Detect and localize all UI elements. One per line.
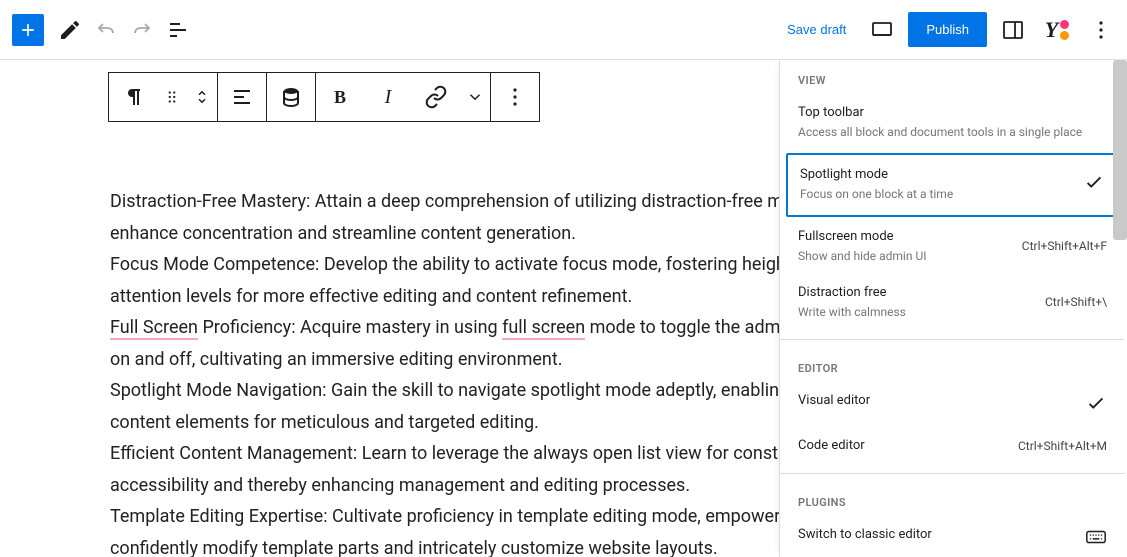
post-body[interactable]: Distraction-Free Mastery: Attain a deep … (110, 186, 870, 557)
check-icon (1083, 171, 1105, 197)
editor-topbar: Save draft Publish Y (0, 0, 1127, 60)
document-overview-button[interactable] (160, 12, 196, 48)
menu-section-title: Editor (780, 348, 1125, 383)
save-draft-button[interactable]: Save draft (777, 16, 856, 43)
keyboard-icon (1085, 526, 1107, 552)
add-block-button[interactable] (12, 14, 44, 46)
menu-item[interactable]: Visual editor (780, 383, 1125, 428)
menu-item-shortcut: Ctrl+Shift+Alt+F (1022, 239, 1107, 253)
menu-item-shortcut: Ctrl+Shift+\ (1045, 295, 1107, 309)
menu-item[interactable]: Spotlight mode Focus on one block at a ti… (786, 153, 1119, 217)
menu-item[interactable]: Switch to classic editor (780, 517, 1125, 557)
menu-item-shortcut: Ctrl+Shift+Alt+M (1018, 439, 1107, 453)
edit-mode-button[interactable] (52, 12, 88, 48)
align-button[interactable] (218, 73, 266, 121)
menu-item-label: Distraction free (798, 284, 1037, 302)
publish-button[interactable]: Publish (908, 12, 987, 47)
editor-canvas: Auto Draft Distraction-Free Mastery: Att… (0, 68, 900, 557)
block-transform-icon[interactable] (267, 73, 315, 121)
options-menu-panel: View Top toolbar Access all block and docu… (779, 60, 1125, 557)
menu-item-label: Code editor (798, 437, 1010, 455)
move-up-down-icon[interactable] (187, 73, 217, 121)
block-type-paragraph-icon[interactable] (109, 73, 157, 121)
block-more-options-icon[interactable] (491, 73, 539, 121)
block-toolbar: B I (108, 72, 540, 122)
spellcheck-flag: full screen (502, 317, 585, 340)
menu-item-label: Switch to classic editor (798, 526, 1077, 544)
menu-item-desc: Access all block and document tools in a… (798, 124, 1107, 141)
menu-item[interactable]: Code editor Ctrl+Shift+Alt+M (780, 428, 1125, 465)
menu-item[interactable]: Top toolbar Access all block and document… (780, 95, 1125, 151)
preview-button[interactable] (864, 12, 900, 48)
menu-section-title: Plugins (780, 482, 1125, 517)
more-rich-text-icon[interactable] (460, 73, 490, 121)
menu-item-label: Spotlight mode (800, 166, 1075, 184)
menu-separator (780, 473, 1125, 474)
topbar-right-group: Save draft Publish Y (777, 12, 1119, 48)
menu-section-title: View (780, 60, 1125, 95)
yoast-seo-button[interactable]: Y (1039, 12, 1075, 48)
menu-item[interactable]: Distraction free Write with calmness Ctrl+… (780, 275, 1125, 331)
topbar-left-group (8, 12, 196, 48)
menu-item[interactable]: Fullscreen mode Show and hide admin UI Ctr… (780, 219, 1125, 275)
settings-sidebar-toggle[interactable] (995, 12, 1031, 48)
options-menu-button[interactable] (1083, 12, 1119, 48)
yoast-icon: Y (1045, 17, 1069, 43)
menu-item-desc: Write with calmness (798, 304, 1037, 321)
check-icon (1085, 392, 1107, 418)
drag-handle-icon[interactable] (157, 73, 187, 121)
scrollbar[interactable] (1113, 60, 1127, 240)
italic-button[interactable]: I (364, 73, 412, 121)
spellcheck-flag: Full Screen (110, 317, 198, 340)
undo-button[interactable] (88, 12, 124, 48)
menu-item-desc: Focus on one block at a time (800, 186, 1075, 203)
menu-item-label: Fullscreen mode (798, 228, 1014, 246)
menu-item-desc: Show and hide admin UI (798, 248, 1014, 265)
menu-item-label: Visual editor (798, 392, 1077, 410)
redo-button[interactable] (124, 12, 160, 48)
menu-separator (780, 339, 1125, 340)
menu-item-label: Top toolbar (798, 104, 1107, 122)
bold-button[interactable]: B (316, 73, 364, 121)
link-button[interactable] (412, 73, 460, 121)
